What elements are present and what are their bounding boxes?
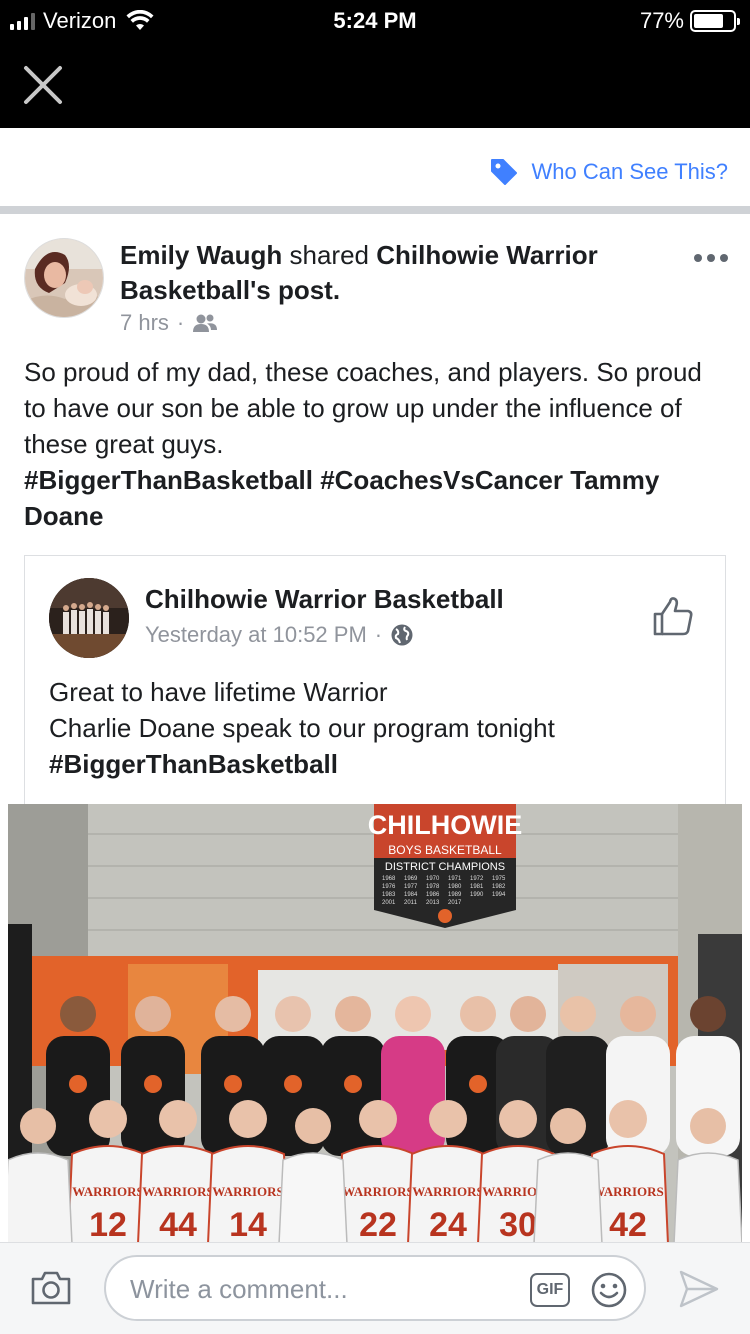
battery-fill <box>694 14 724 28</box>
banner-year: 1978 <box>426 884 440 890</box>
globe-icon <box>391 624 413 646</box>
banner-year: 2001 <box>382 900 396 906</box>
jersey-number: 24 <box>429 1206 467 1244</box>
send-icon[interactable] <box>678 1269 720 1309</box>
banner-year: 1994 <box>492 892 506 898</box>
jersey-text: WARRIORS <box>592 1184 664 1199</box>
banner-year: 1980 <box>448 884 462 890</box>
shared-post-line-2: Charlie Doane speak to our program tonig… <box>49 713 555 743</box>
shared-post-line-1: Great to have lifetime Warrior <box>49 677 388 707</box>
jersey-text: WARRIORS <box>142 1184 214 1199</box>
post-hashtags[interactable]: #BiggerThanBasketball #CoachesVsCancer T… <box>24 462 724 534</box>
post-body: So proud of my dad, these coaches, and p… <box>24 357 702 459</box>
camera-icon[interactable] <box>30 1269 72 1307</box>
more-options-icon[interactable] <box>694 254 728 262</box>
banner-year: 1968 <box>382 876 396 882</box>
divider <box>0 206 750 214</box>
jersey-number: 22 <box>359 1206 397 1244</box>
status-bar: Verizon 5:24 PM 77% <box>0 0 750 40</box>
emoji-icon[interactable] <box>590 1271 628 1309</box>
banner-year: 2013 <box>426 900 440 906</box>
who-can-see-label: Who Can See This? <box>531 159 728 184</box>
jersey-text: WARRIORS <box>72 1184 144 1199</box>
close-icon[interactable] <box>22 64 64 106</box>
clock: 5:24 PM <box>333 8 417 33</box>
banner-year: 1989 <box>448 892 462 898</box>
jersey-number: 12 <box>89 1206 127 1244</box>
post-meta: 7 hrs · <box>120 310 218 336</box>
banner-year: 1970 <box>426 876 440 882</box>
meta-separator: · <box>374 622 383 647</box>
meta-separator: · <box>176 310 185 335</box>
banner-year: 2017 <box>448 900 462 906</box>
banner-year: 1971 <box>448 876 462 882</box>
banner-year: 1969 <box>404 876 418 882</box>
banner-year: 1972 <box>470 876 484 882</box>
avatar[interactable] <box>24 238 104 318</box>
jersey-number: 14 <box>229 1206 267 1244</box>
status-right: 77% <box>639 8 740 34</box>
banner-year: 1981 <box>470 884 484 890</box>
jersey-text: WARRIORS <box>212 1184 284 1199</box>
banner-year: 1983 <box>382 892 396 898</box>
shared-post-card[interactable]: Chilhowie Warrior Basketball Yesterday a… <box>24 555 726 805</box>
banner-year: 1975 <box>492 876 506 882</box>
post-text: So proud of my dad, these coaches, and p… <box>24 354 724 534</box>
jersey-text: WARRIORS <box>342 1184 414 1199</box>
banner-year: 1986 <box>426 892 440 898</box>
tag-icon <box>490 159 517 185</box>
banner-year: 1976 <box>382 884 396 890</box>
like-icon[interactable] <box>651 594 695 638</box>
post-time[interactable]: 7 hrs <box>120 310 169 336</box>
banner-year: 1982 <box>492 884 506 890</box>
post-author-line: Emily Waugh shared Chilhowie Warrior Bas… <box>120 238 660 308</box>
comment-field[interactable]: GIF <box>104 1255 646 1321</box>
comment-bar: GIF <box>0 1242 750 1334</box>
friends-icon <box>193 314 218 332</box>
shared-post-time[interactable]: Yesterday at 10:52 PM <box>145 622 367 648</box>
jersey-text: WARRIORS <box>412 1184 484 1199</box>
battery-percent: 77% <box>639 8 684 33</box>
banner-heading: DISTRICT CHAMPIONS <box>385 861 505 873</box>
comment-input[interactable] <box>130 1271 520 1307</box>
jersey-number: 42 <box>609 1206 647 1244</box>
nav-bar <box>0 40 750 128</box>
privacy-row: Who Can See This? <box>0 128 750 208</box>
shared-page-name[interactable]: Chilhowie Warrior Basketball <box>145 584 504 615</box>
banner-title: CHILHOWIE <box>368 810 523 840</box>
shared-post-text: Great to have lifetime Warrior Charlie D… <box>49 674 689 782</box>
banner-year: 1977 <box>404 884 418 890</box>
share-action: shared <box>289 240 370 270</box>
jersey-number: 44 <box>159 1206 197 1244</box>
shared-post-meta: Yesterday at 10:52 PM · <box>145 622 414 648</box>
gif-button[interactable]: GIF <box>530 1273 570 1307</box>
who-can-see-link[interactable]: Who Can See This? <box>490 158 728 186</box>
shared-post-hashtag[interactable]: #BiggerThanBasketball <box>49 746 689 782</box>
author-name[interactable]: Emily Waugh <box>120 240 282 270</box>
team-photo[interactable]: CHILHOWIE BOYS BASKETBALL DISTRICT CHAMP… <box>8 804 742 1244</box>
jersey-number: 30 <box>499 1206 537 1244</box>
banner-year: 2011 <box>404 900 418 906</box>
page-avatar[interactable] <box>49 578 129 658</box>
battery-icon <box>690 10 740 32</box>
banner-year: 1990 <box>470 892 484 898</box>
source-suffix: 's post. <box>250 275 341 305</box>
banner-year: 1984 <box>404 892 418 898</box>
banner-subtitle: BOYS BASKETBALL <box>388 843 502 857</box>
